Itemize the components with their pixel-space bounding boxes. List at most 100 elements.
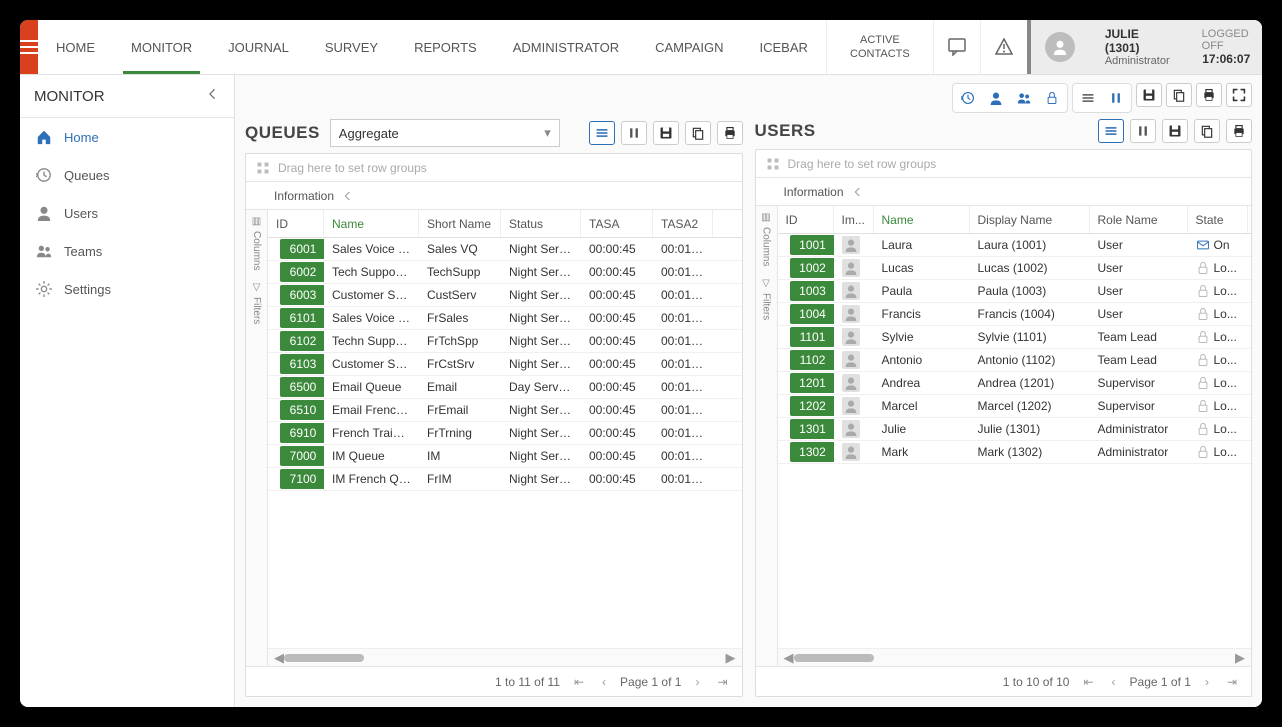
tab-administrator[interactable]: ADMINISTRATOR bbox=[495, 20, 637, 74]
alerts-button[interactable] bbox=[980, 20, 1027, 74]
users-save[interactable] bbox=[1162, 119, 1188, 143]
queues-infobar[interactable]: Information bbox=[246, 182, 742, 210]
layout-list-button[interactable] bbox=[1075, 86, 1101, 110]
col-tasa2[interactable]: TASA2 bbox=[653, 210, 713, 237]
queues-copy[interactable] bbox=[685, 121, 711, 145]
layout-history-button[interactable] bbox=[955, 86, 981, 110]
users-infobar[interactable]: Information bbox=[756, 178, 1252, 206]
users-view-list[interactable] bbox=[1098, 119, 1124, 143]
layout-user-button[interactable] bbox=[983, 86, 1009, 110]
col-image[interactable]: Im... bbox=[834, 206, 874, 233]
users-copy[interactable] bbox=[1194, 119, 1220, 143]
pager-first[interactable]: ⇤ bbox=[1079, 675, 1097, 689]
col-role[interactable]: Role Name bbox=[1090, 206, 1188, 233]
col-tasa[interactable]: TASA bbox=[581, 210, 653, 237]
sidebar-item-settings[interactable]: Settings bbox=[20, 270, 234, 308]
user-row[interactable]: 1002 Lucas Lucas (1002) User Lo... bbox=[778, 257, 1252, 280]
queues-groupbar[interactable]: Drag here to set row groups bbox=[246, 154, 742, 182]
user-row[interactable]: 1102 Antonio Antonio (1102) Team Lead Lo… bbox=[778, 349, 1252, 372]
queues-view-list[interactable] bbox=[589, 121, 615, 145]
queues-columns-tab[interactable]: ▥ Columns bbox=[251, 216, 262, 270]
queue-row[interactable]: 6002 Tech Support Vo... TechSupp Night S… bbox=[268, 261, 742, 284]
user-row[interactable]: 1201 Andrea Andrea (1201) Supervisor Lo.… bbox=[778, 372, 1252, 395]
users-view-split[interactable] bbox=[1130, 119, 1156, 143]
status-info: LOGGED OFF 17:06:07 bbox=[1186, 20, 1262, 74]
tab-survey[interactable]: SURVEY bbox=[307, 20, 396, 74]
layout-lock-button[interactable] bbox=[1039, 86, 1065, 110]
col-status[interactable]: Status bbox=[501, 210, 581, 237]
users-groupbar[interactable]: Drag here to set row groups bbox=[756, 150, 1252, 178]
mail-icon bbox=[1196, 238, 1210, 252]
queue-row[interactable]: 6001 Sales Voice Que... Sales VQ Night S… bbox=[268, 238, 742, 261]
queues-print[interactable] bbox=[717, 121, 743, 145]
cell-name: IM Queue bbox=[324, 449, 419, 463]
user-row[interactable]: 1101 Sylvie Sylvie (1101) Team Lead Lo..… bbox=[778, 326, 1252, 349]
tab-icebar[interactable]: ICEBAR bbox=[742, 20, 826, 74]
avatar[interactable] bbox=[1027, 20, 1089, 74]
pager-first[interactable]: ⇤ bbox=[570, 675, 588, 689]
layout-split-button[interactable] bbox=[1103, 86, 1129, 110]
col-id[interactable]: ID bbox=[778, 206, 834, 233]
queues-save[interactable] bbox=[653, 121, 679, 145]
queue-row[interactable]: 6102 Techn Support V... FrTchSpp Night S… bbox=[268, 330, 742, 353]
queues-selector[interactable]: Aggregate ▾ bbox=[330, 119, 560, 147]
queue-row[interactable]: 7000 IM Queue IM Night Service 00:00:45 … bbox=[268, 445, 742, 468]
tab-monitor[interactable]: MONITOR bbox=[113, 20, 210, 74]
active-contacts[interactable]: ACTIVE CONTACTS bbox=[826, 20, 933, 74]
user-row[interactable]: 1301 Julie Julie (1301) Administrator Lo… bbox=[778, 418, 1252, 441]
save-layout-button[interactable] bbox=[1136, 83, 1162, 107]
fullscreen-button[interactable] bbox=[1226, 83, 1252, 107]
pager-next[interactable]: › bbox=[1201, 675, 1213, 689]
queue-row[interactable]: 6101 Sales Voice Fren... FrSales Night S… bbox=[268, 307, 742, 330]
sidebar-item-teams[interactable]: Teams bbox=[20, 232, 234, 270]
main-tabs: HOMEMONITORJOURNALSURVEYREPORTSADMINISTR… bbox=[38, 20, 826, 74]
queue-row[interactable]: 7100 IM French Queue FrIM Night Service … bbox=[268, 468, 742, 491]
user-row[interactable]: 1004 Francis Francis (1004) User Lo... bbox=[778, 303, 1252, 326]
pager-next[interactable]: › bbox=[691, 675, 703, 689]
pager-last[interactable]: ⇥ bbox=[1223, 675, 1241, 689]
queues-view-split[interactable] bbox=[621, 121, 647, 145]
layout-team-button[interactable] bbox=[1011, 86, 1037, 110]
user-row[interactable]: 1003 Paula Paula (1003) User Lo... bbox=[778, 280, 1252, 303]
pager-prev[interactable]: ‹ bbox=[598, 675, 610, 689]
users-hscroll[interactable]: ◀▶ bbox=[778, 648, 1252, 666]
col-name[interactable]: Name bbox=[874, 206, 970, 233]
lock-icon bbox=[1196, 422, 1210, 436]
users-columns-tab[interactable]: ▥ Columns bbox=[761, 212, 772, 266]
users-filters-tab[interactable]: ▽ Filters bbox=[761, 278, 772, 320]
col-id[interactable]: ID bbox=[268, 210, 324, 237]
tab-reports[interactable]: REPORTS bbox=[396, 20, 495, 74]
user-row[interactable]: 1001 Laura Laura (1001) User On bbox=[778, 234, 1252, 257]
tab-home[interactable]: HOME bbox=[38, 20, 113, 74]
queues-hscroll[interactable]: ◀▶ bbox=[268, 648, 742, 666]
user-row[interactable]: 1202 Marcel Marcel (1202) Supervisor Lo.… bbox=[778, 395, 1252, 418]
col-name[interactable]: Name bbox=[324, 210, 419, 237]
pager-prev[interactable]: ‹ bbox=[1108, 675, 1120, 689]
user-row[interactable]: 1302 Mark Mark (1302) Administrator Lo..… bbox=[778, 441, 1252, 464]
col-state[interactable]: State bbox=[1188, 206, 1248, 233]
pager-last[interactable]: ⇥ bbox=[713, 675, 731, 689]
tab-journal[interactable]: JOURNAL bbox=[210, 20, 307, 74]
sidebar-item-home[interactable]: Home bbox=[20, 118, 234, 156]
cell-tasa2: 00:01:00 bbox=[653, 357, 713, 371]
sidebar-item-users[interactable]: Users bbox=[20, 194, 234, 232]
print-layout-button[interactable] bbox=[1196, 83, 1222, 107]
avatar-icon bbox=[842, 420, 860, 438]
users-print[interactable] bbox=[1226, 119, 1252, 143]
tab-campaign[interactable]: CAMPAIGN bbox=[637, 20, 741, 74]
copy-layout-button[interactable] bbox=[1166, 83, 1192, 107]
col-display[interactable]: Display Name bbox=[970, 206, 1090, 233]
user-icon bbox=[36, 205, 52, 221]
queue-row[interactable]: 6500 Email Queue Email Day Service 00:00… bbox=[268, 376, 742, 399]
sidebar-item-queues[interactable]: Queues bbox=[20, 156, 234, 194]
menu-button[interactable] bbox=[20, 20, 38, 74]
queue-row[interactable]: 6510 Email French Qu... FrEmail Night Se… bbox=[268, 399, 742, 422]
queue-row[interactable]: 6910 French Training ... FrTrning Night … bbox=[268, 422, 742, 445]
queues-filters-tab[interactable]: ▽ Filters bbox=[251, 282, 262, 324]
queue-row[interactable]: 6103 Customer Servic... FrCstSrv Night S… bbox=[268, 353, 742, 376]
id-badge: 1302 bbox=[790, 442, 834, 462]
sidebar-collapse[interactable] bbox=[206, 87, 220, 105]
queue-row[interactable]: 6003 Customer Servic... CustServ Night S… bbox=[268, 284, 742, 307]
col-short[interactable]: Short Name bbox=[419, 210, 501, 237]
chat-button[interactable] bbox=[933, 20, 980, 74]
